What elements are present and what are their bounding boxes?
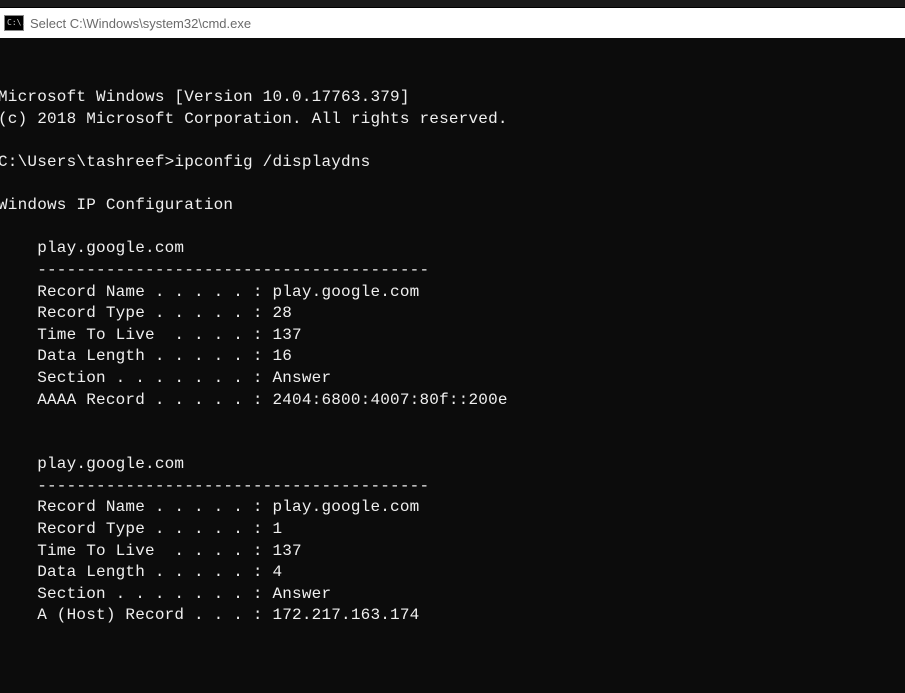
- cmd-icon: C:\.: [4, 15, 24, 31]
- terminal-output[interactable]: Microsoft Windows [Version 10.0.17763.37…: [0, 38, 905, 693]
- terminal-content: Microsoft Windows [Version 10.0.17763.37…: [0, 87, 905, 627]
- background-tabs: [0, 0, 905, 8]
- window-title-bar[interactable]: C:\. Select C:\Windows\system32\cmd.exe: [0, 8, 905, 38]
- window-title: Select C:\Windows\system32\cmd.exe: [30, 16, 251, 31]
- cmd-icon-text: C:\.: [7, 19, 26, 27]
